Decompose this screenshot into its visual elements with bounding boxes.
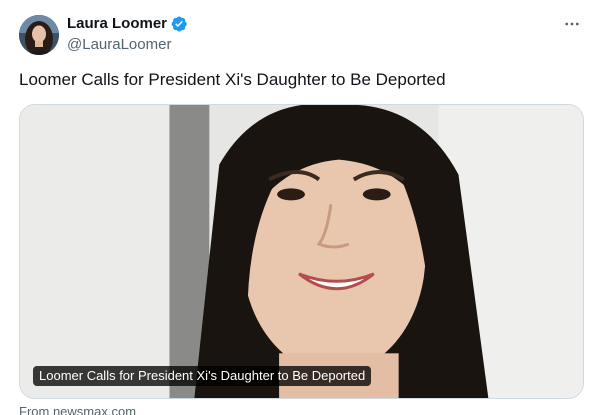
author-display-name[interactable]: Laura Loomer (67, 14, 167, 34)
card-source[interactable]: From newsmax.com (19, 404, 136, 415)
display-name-row: Laura Loomer (67, 14, 188, 34)
card-title: Loomer Calls for President Xi's Daughter… (33, 366, 372, 386)
more-horizontal-icon[interactable] (562, 14, 582, 34)
tweet: Laura Loomer @LauraLoomer Loomer Calls f… (0, 0, 602, 415)
tweet-text: Loomer Calls for President Xi's Daughter… (19, 70, 446, 89)
author-block: Laura Loomer @LauraLoomer (67, 14, 188, 55)
card-image (20, 105, 583, 398)
avatar[interactable] (19, 15, 59, 55)
link-card[interactable]: Loomer Calls for President Xi's Daughter… (19, 104, 584, 399)
author-handle[interactable]: @LauraLoomer (67, 35, 188, 55)
avatar-image (19, 15, 59, 55)
verified-badge-icon[interactable] (170, 15, 188, 33)
